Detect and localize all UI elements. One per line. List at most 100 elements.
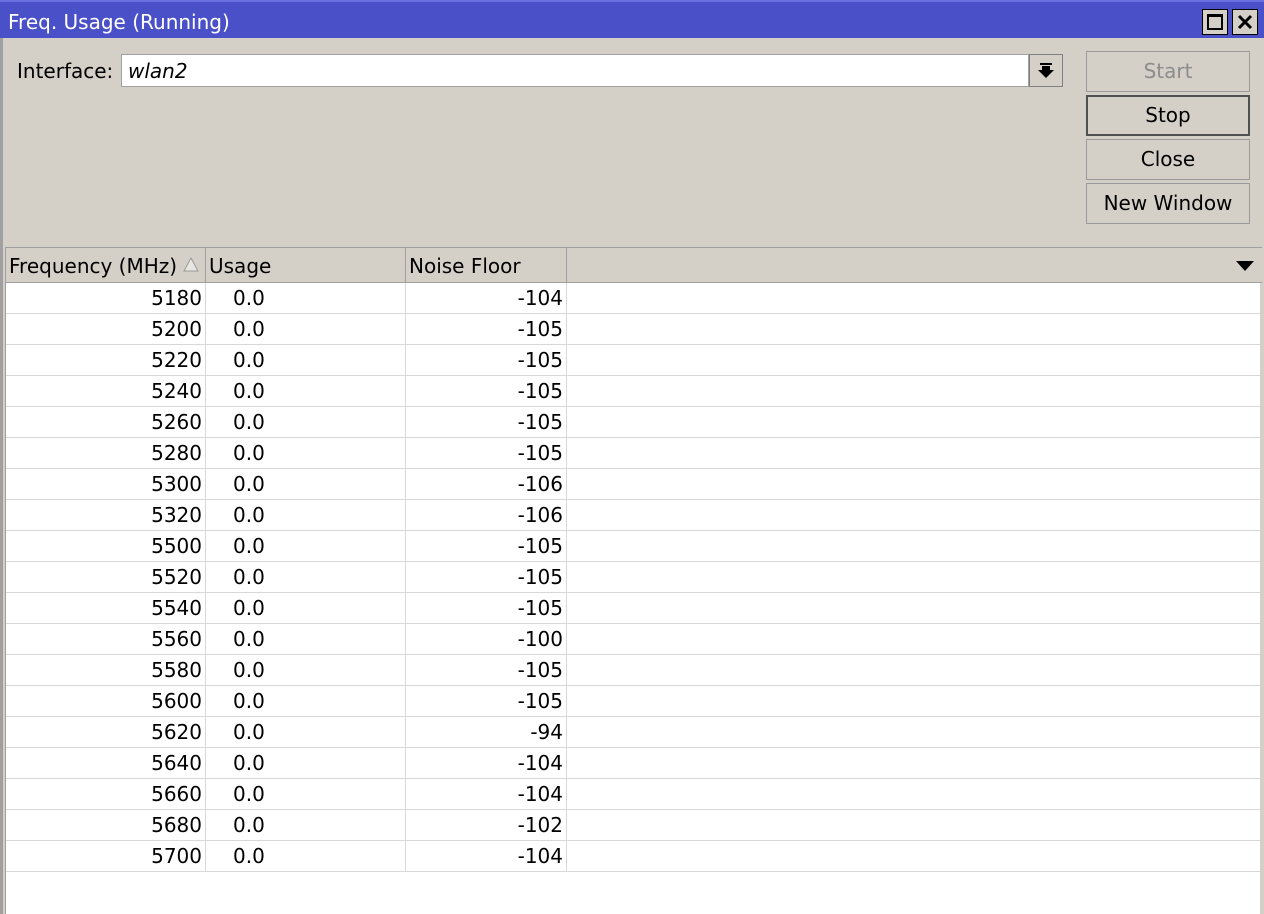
table-row[interactable]: 5520 0.0 -105 xyxy=(6,562,1262,593)
interface-field[interactable]: wlan2 xyxy=(121,54,1029,87)
cell-noise-floor: -105 xyxy=(406,686,567,716)
cell-usage: 0.0 xyxy=(206,469,406,499)
table-row[interactable]: 5660 0.0 -104 xyxy=(6,779,1262,810)
table-row[interactable]: 5180 0.0 -104 xyxy=(6,283,1262,314)
cell-noise-floor: -105 xyxy=(406,593,567,623)
cell-frequency: 5240 xyxy=(6,376,206,406)
sort-ascending-icon xyxy=(183,256,199,272)
cell-empty xyxy=(567,717,1262,747)
cell-noise-floor: -104 xyxy=(406,779,567,809)
interface-dropdown-button[interactable] xyxy=(1029,54,1063,87)
table-row[interactable]: 5300 0.0 -106 xyxy=(6,469,1262,500)
cell-usage: 0.0 xyxy=(206,531,406,561)
dropdown-arrow-icon xyxy=(1038,63,1054,78)
cell-noise-floor: -104 xyxy=(406,748,567,778)
cell-frequency: 5520 xyxy=(6,562,206,592)
table-row[interactable]: 5680 0.0 -102 xyxy=(6,810,1262,841)
cell-empty xyxy=(567,655,1262,685)
frequency-table: Frequency (MHz) Usage Noise Floor 5180 0.… xyxy=(5,247,1262,914)
close-icon xyxy=(1237,14,1253,30)
cell-usage: 0.0 xyxy=(206,407,406,437)
column-header-usage[interactable]: Usage xyxy=(206,248,406,282)
cell-empty xyxy=(567,314,1262,344)
cell-frequency: 5300 xyxy=(6,469,206,499)
maximize-button[interactable] xyxy=(1202,9,1228,35)
cell-noise-floor: -105 xyxy=(406,376,567,406)
window-right-border xyxy=(1260,283,1262,914)
new-window-button[interactable]: New Window xyxy=(1086,183,1250,224)
cell-noise-floor: -105 xyxy=(406,531,567,561)
table-row[interactable]: 5540 0.0 -105 xyxy=(6,593,1262,624)
table-row[interactable]: 5320 0.0 -106 xyxy=(6,500,1262,531)
window-left-border xyxy=(0,38,3,914)
cell-usage: 0.0 xyxy=(206,593,406,623)
cell-frequency: 5540 xyxy=(6,593,206,623)
column-header-label: Noise Floor xyxy=(409,254,521,278)
table-row[interactable]: 5200 0.0 -105 xyxy=(6,314,1262,345)
cell-frequency: 5700 xyxy=(6,841,206,871)
cell-usage: 0.0 xyxy=(206,562,406,592)
cell-empty xyxy=(567,748,1262,778)
table-row[interactable]: 5580 0.0 -105 xyxy=(6,655,1262,686)
cell-noise-floor: -106 xyxy=(406,469,567,499)
column-header-label: Frequency (MHz) xyxy=(9,254,178,278)
start-button[interactable]: Start xyxy=(1086,51,1250,92)
cell-noise-floor: -105 xyxy=(406,345,567,375)
chevron-down-icon[interactable] xyxy=(1235,259,1255,273)
cell-noise-floor: -100 xyxy=(406,624,567,654)
column-header-noise-floor[interactable]: Noise Floor xyxy=(406,248,567,282)
cell-noise-floor: -105 xyxy=(406,314,567,344)
window-title: Freq. Usage (Running) xyxy=(8,10,230,34)
cell-usage: 0.0 xyxy=(206,438,406,468)
table-row[interactable]: 5280 0.0 -105 xyxy=(6,438,1262,469)
maximize-icon xyxy=(1207,14,1223,30)
cell-frequency: 5600 xyxy=(6,686,206,716)
cell-empty xyxy=(567,686,1262,716)
close-window-button[interactable] xyxy=(1232,9,1258,35)
table-row[interactable]: 5500 0.0 -105 xyxy=(6,531,1262,562)
cell-noise-floor: -104 xyxy=(406,841,567,871)
cell-usage: 0.0 xyxy=(206,500,406,530)
cell-noise-floor: -102 xyxy=(406,810,567,840)
cell-empty xyxy=(567,841,1262,871)
table-row[interactable]: 5600 0.0 -105 xyxy=(6,686,1262,717)
cell-usage: 0.0 xyxy=(206,748,406,778)
table-row[interactable]: 5620 0.0 -94 xyxy=(6,717,1262,748)
cell-frequency: 5280 xyxy=(6,438,206,468)
stop-button[interactable]: Stop xyxy=(1086,95,1250,136)
cell-usage: 0.0 xyxy=(206,345,406,375)
cell-frequency: 5640 xyxy=(6,748,206,778)
table-row[interactable]: 5640 0.0 -104 xyxy=(6,748,1262,779)
title-bar[interactable]: Freq. Usage (Running) xyxy=(0,0,1264,38)
cell-frequency: 5180 xyxy=(6,283,206,313)
cell-empty xyxy=(567,531,1262,561)
cell-usage: 0.0 xyxy=(206,841,406,871)
cell-empty xyxy=(567,779,1262,809)
cell-frequency: 5620 xyxy=(6,717,206,747)
freq-usage-window: Freq. Usage (Running) Interface: wlan2 S… xyxy=(0,0,1264,914)
cell-empty xyxy=(567,376,1262,406)
interface-value: wlan2 xyxy=(128,59,188,83)
cell-frequency: 5260 xyxy=(6,407,206,437)
table-row[interactable]: 5220 0.0 -105 xyxy=(6,345,1262,376)
cell-empty xyxy=(567,407,1262,437)
cell-usage: 0.0 xyxy=(206,810,406,840)
table-row[interactable]: 5240 0.0 -105 xyxy=(6,376,1262,407)
table-row[interactable]: 5560 0.0 -100 xyxy=(6,624,1262,655)
cell-usage: 0.0 xyxy=(206,717,406,747)
close-button[interactable]: Close xyxy=(1086,139,1250,180)
column-header-frequency[interactable]: Frequency (MHz) xyxy=(6,248,206,282)
cell-empty xyxy=(567,500,1262,530)
cell-empty xyxy=(567,624,1262,654)
cell-empty xyxy=(567,283,1262,313)
table-row[interactable]: 5260 0.0 -105 xyxy=(6,407,1262,438)
cell-empty xyxy=(567,562,1262,592)
cell-noise-floor: -105 xyxy=(406,655,567,685)
cell-noise-floor: -94 xyxy=(406,717,567,747)
column-header-label: Usage xyxy=(209,254,272,278)
interface-label: Interface: xyxy=(17,59,114,83)
cell-noise-floor: -106 xyxy=(406,500,567,530)
table-row[interactable]: 5700 0.0 -104 xyxy=(6,841,1262,872)
cell-usage: 0.0 xyxy=(206,686,406,716)
cell-noise-floor: -105 xyxy=(406,407,567,437)
